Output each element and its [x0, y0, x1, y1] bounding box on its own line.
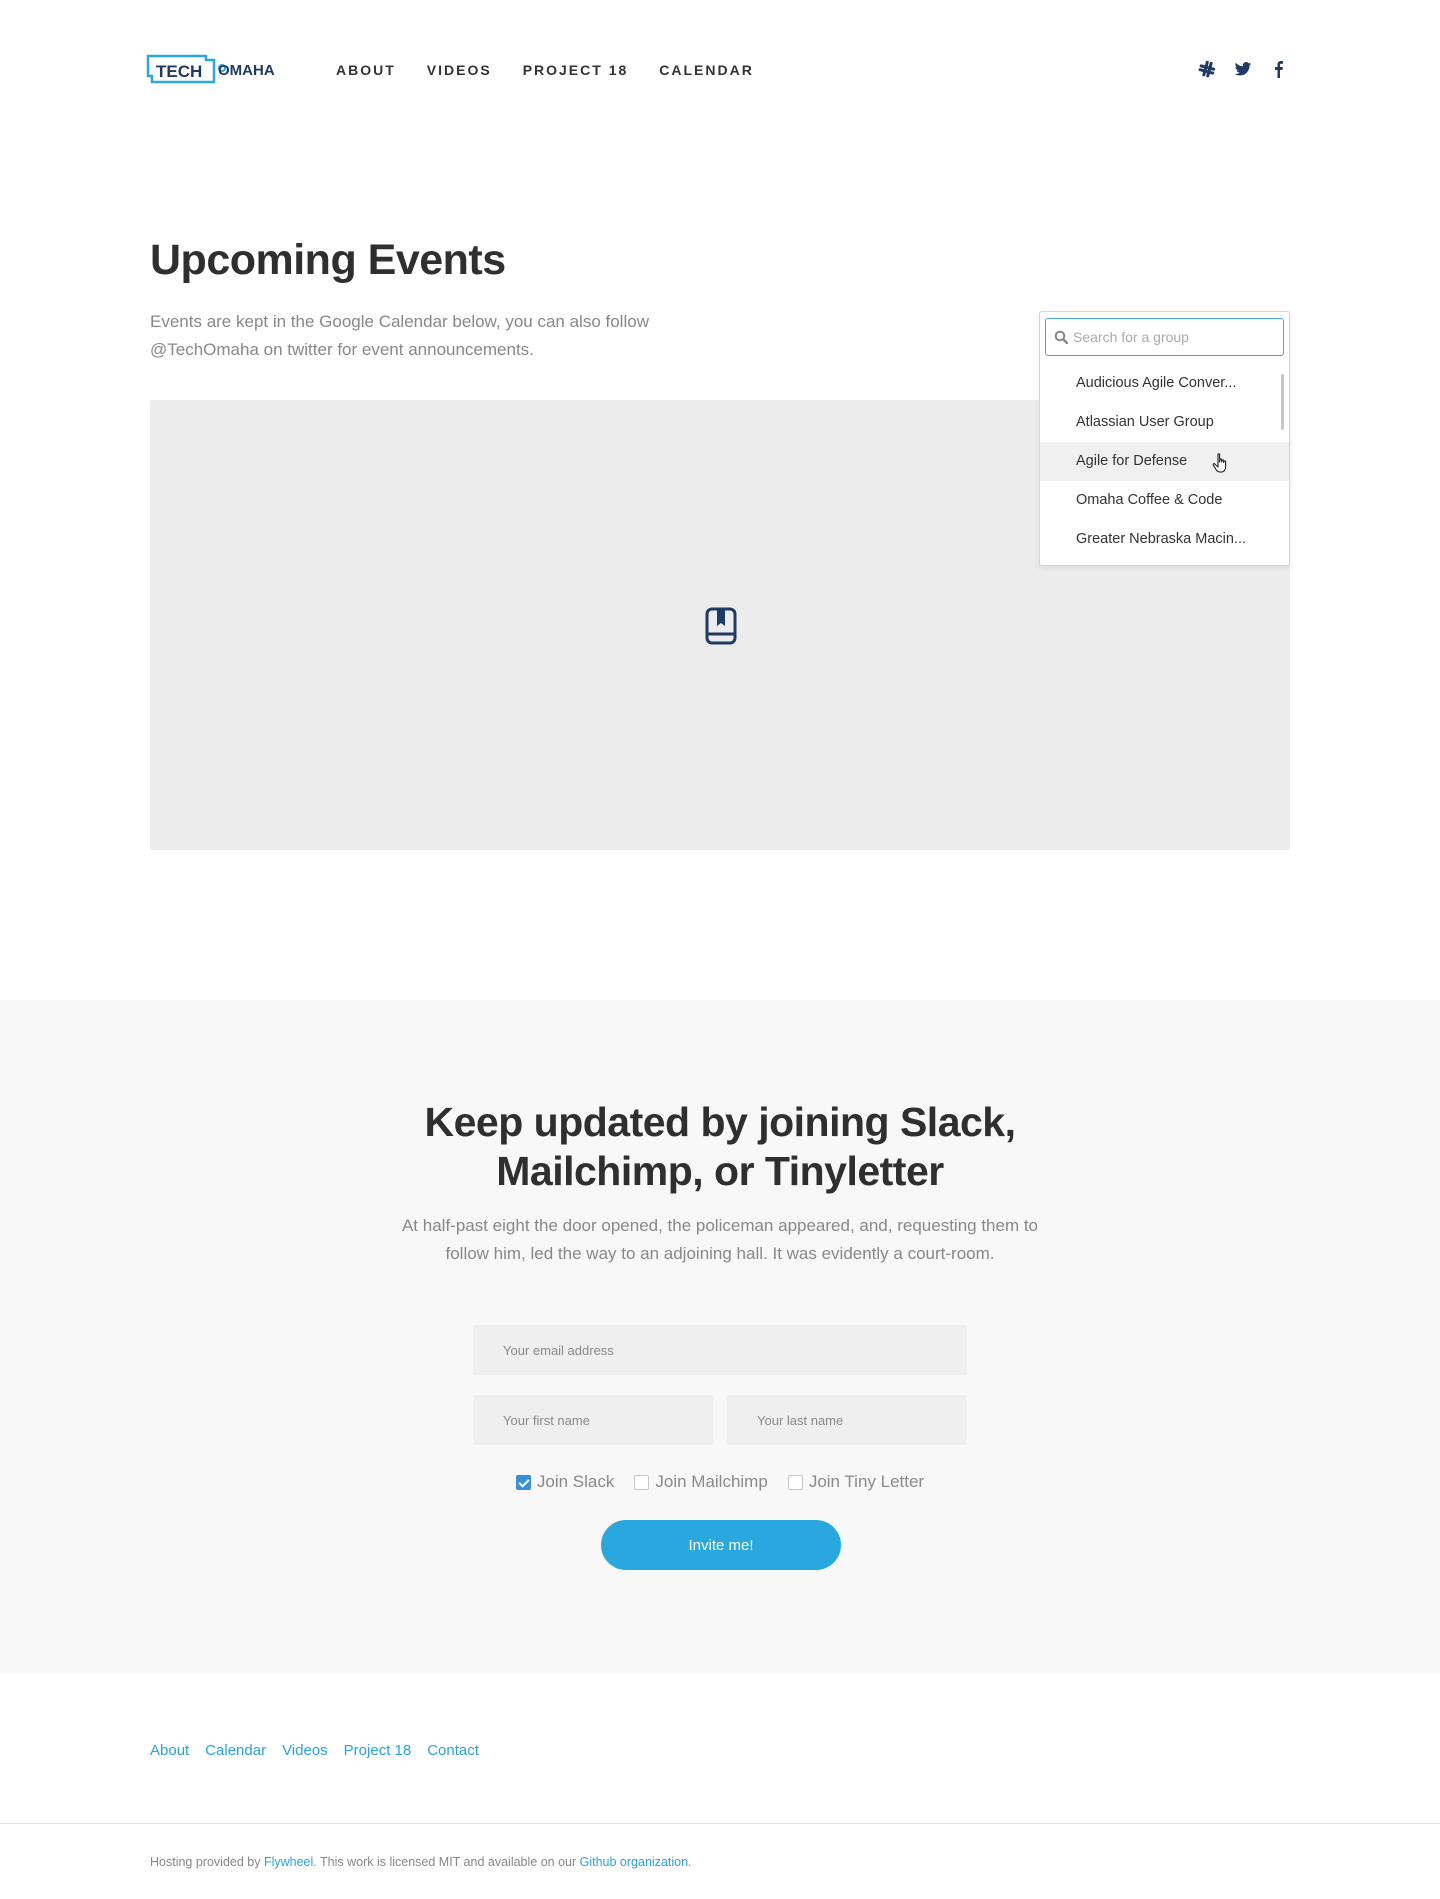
techomaha-logo[interactable]: TECH OMAHA [146, 52, 282, 88]
group-item[interactable]: Greater Nebraska Macin... [1040, 520, 1289, 559]
subscribe-title: Keep updated by joining Slack, Mailchimp… [0, 1098, 1440, 1196]
group-list-scrollbar[interactable] [1281, 374, 1284, 430]
social-links [1198, 60, 1288, 78]
nav-about[interactable]: ABOUT [336, 62, 396, 78]
flywheel-link[interactable]: Flywheel [264, 1855, 313, 1869]
group-item[interactable]: Atlassian User Group [1040, 403, 1289, 442]
invite-button[interactable]: Invite me! [601, 1520, 841, 1570]
join-slack-label: Join Slack [536, 1472, 615, 1491]
join-mailchimp-label: Join Mailchimp [655, 1472, 768, 1491]
footer-note: Hosting provided by Flywheel. This work … [150, 1855, 692, 1869]
footer-link-project-18[interactable]: Project 18 [344, 1742, 412, 1759]
footer-link-videos[interactable]: Videos [282, 1742, 328, 1759]
facebook-icon[interactable] [1270, 60, 1288, 78]
group-item[interactable]: Audicious Agile Conver... [1040, 364, 1289, 403]
footer-link-about[interactable]: About [150, 1742, 189, 1759]
nav-calendar[interactable]: CALENDAR [659, 62, 754, 78]
site-header: TECH OMAHA ABOUT VIDEOS PROJECT 18 CALEN… [0, 0, 1440, 140]
last-name-field[interactable] [727, 1395, 967, 1445]
subscribe-description: At half-past eight the door opened, the … [401, 1216, 1039, 1263]
events-title: Upcoming Events [150, 236, 506, 284]
join-slack-option[interactable]: Join Slack [515, 1472, 615, 1492]
group-search-input[interactable] [1073, 319, 1278, 354]
search-icon [1054, 330, 1069, 345]
subscribe-section: Keep updated by joining Slack, Mailchimp… [0, 1000, 1440, 1673]
main-nav: ABOUT VIDEOS PROJECT 18 CALENDAR [336, 62, 785, 78]
join-tinyletter-option[interactable]: Join Tiny Letter [787, 1472, 925, 1492]
group-search-dropdown: Audicious Agile Conver... Atlassian User… [1039, 311, 1290, 566]
subscribe-title-text: Keep updated by joining Slack, Mailchimp… [424, 1099, 1017, 1194]
footer-link-calendar[interactable]: Calendar [205, 1742, 266, 1759]
footer-note-suffix: . [688, 1855, 692, 1869]
events-description: Events are kept in the Google Calendar b… [150, 312, 649, 359]
pointer-cursor-icon [1212, 453, 1230, 473]
nav-videos[interactable]: VIDEOS [427, 62, 492, 78]
logo-text-omaha: OMAHA [218, 62, 275, 79]
logo-text-tech: TECH [156, 62, 202, 81]
slack-icon[interactable] [1198, 60, 1216, 78]
github-organization-link[interactable]: Github organization [580, 1855, 688, 1869]
footer-note-prefix: Hosting provided by [150, 1855, 264, 1869]
first-name-field[interactable] [473, 1395, 713, 1445]
footer-divider [0, 1823, 1440, 1824]
join-mailchimp-option[interactable]: Join Mailchimp [634, 1472, 768, 1492]
join-tinyletter-checkbox[interactable] [787, 1474, 803, 1490]
group-item[interactable]: Agile for Defense [1040, 442, 1289, 481]
calendar-loading-icon [705, 607, 737, 645]
group-item[interactable]: Omaha Coffee & Code [1040, 481, 1289, 520]
group-list: Audicious Agile Conver... Atlassian User… [1040, 364, 1289, 559]
join-slack-checkbox[interactable] [515, 1474, 531, 1490]
twitter-icon[interactable] [1234, 60, 1252, 78]
email-field[interactable] [473, 1325, 967, 1375]
nav-project-18[interactable]: PROJECT 18 [523, 62, 629, 78]
join-mailchimp-checkbox[interactable] [634, 1474, 650, 1490]
join-tinyletter-label: Join Tiny Letter [808, 1472, 925, 1491]
footer-nav: About Calendar Videos Project 18 Contact [150, 1742, 495, 1759]
footer-link-contact[interactable]: Contact [427, 1742, 479, 1759]
group-search-box [1045, 318, 1284, 356]
join-options: Join Slack Join Mailchimp Join Tiny Lett… [0, 1472, 1440, 1492]
footer-note-middle: . This work is licensed MIT and availabl… [313, 1855, 580, 1869]
